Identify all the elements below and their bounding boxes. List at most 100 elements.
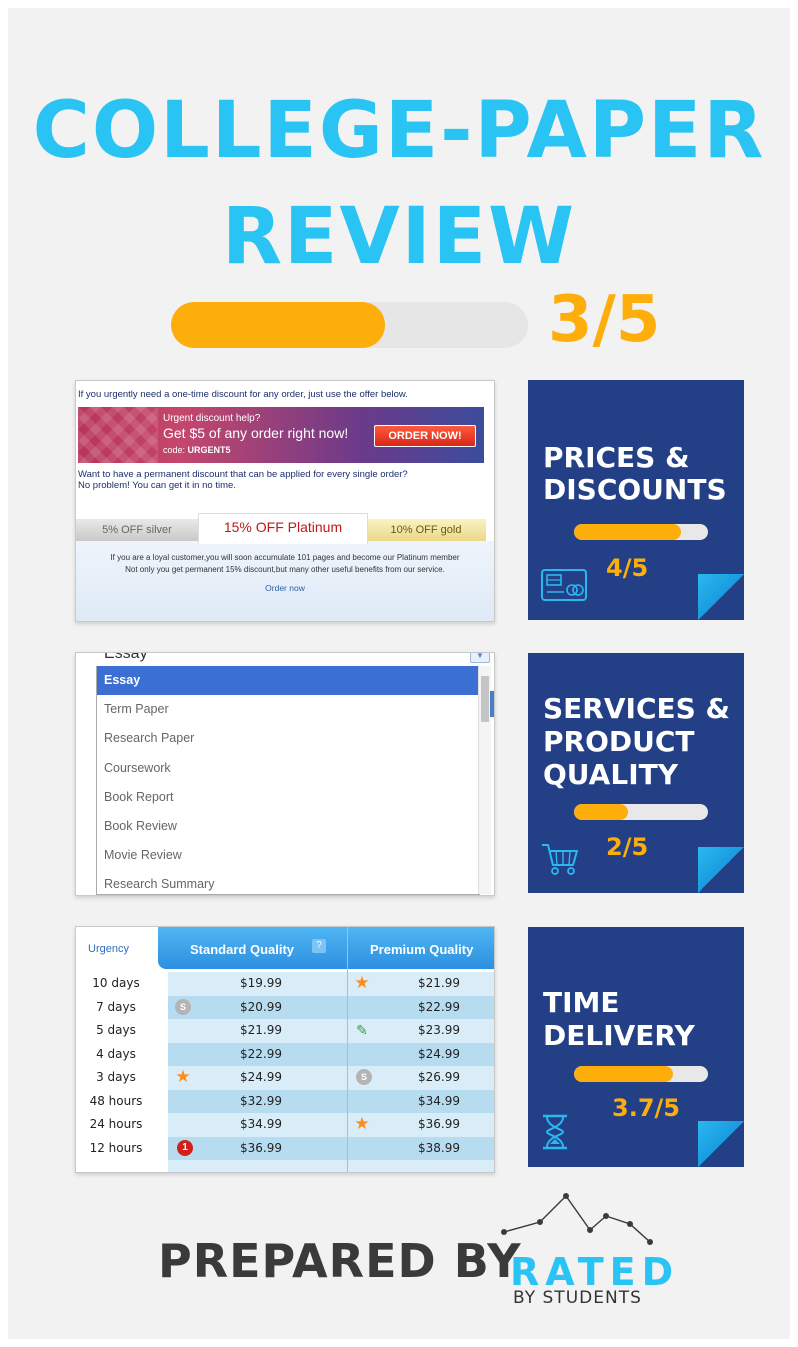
paper-type-option[interactable]: Research Summary	[97, 870, 479, 895]
title-line1: COLLEGE-PAPER	[32, 86, 766, 176]
coin-icon: S	[356, 1069, 372, 1085]
table-row: 10 days $19.99 ★ $21.99	[76, 972, 494, 996]
permanent-discount-text: Want to have a permanent discount that c…	[78, 469, 478, 491]
paper-type-option[interactable]: Book Report	[97, 783, 479, 812]
side-edge-element	[490, 691, 494, 717]
paper-type-option[interactable]: Coursework	[97, 754, 479, 783]
card-title-line2: DELIVERY	[543, 1019, 695, 1052]
table-row: 12 hours 1 $36.99 $38.99	[76, 1136, 494, 1160]
title-line2: REVIEW	[221, 192, 577, 282]
row-standard-price: $34.99	[240, 1117, 282, 1131]
panel-line2: Not only you get permanent 15% discount,…	[125, 565, 445, 574]
row-standard-price: $22.99	[240, 1046, 282, 1061]
table-row: 24 hours $34.99 ★ $36.99	[76, 1113, 494, 1137]
platinum-panel: If you are a loyal customer,you will soo…	[76, 541, 494, 621]
card-rating-fill	[574, 524, 682, 540]
paper-type-option[interactable]: Book Review	[97, 812, 479, 841]
col-premium: Premium Quality	[370, 942, 474, 957]
credit-card-icon	[540, 568, 588, 608]
banner-pattern	[78, 407, 158, 463]
row-standard-price: $20.99	[240, 999, 282, 1014]
card-rating-bar	[574, 524, 708, 540]
card-title-line1: TIME	[543, 986, 620, 1019]
table-row: 4 days $22.99 $24.99	[76, 1042, 494, 1066]
card-title-line2: DISCOUNTS	[543, 473, 727, 506]
help-badge[interactable]: ?	[312, 939, 326, 953]
star-icon: ★	[354, 973, 370, 992]
page-curl-corner	[698, 847, 744, 893]
column-separator	[347, 927, 348, 1172]
card-rating-fill	[574, 1066, 674, 1082]
tab-gold[interactable]: 10% OFF gold	[366, 519, 486, 541]
row-premium-price: $21.99	[418, 976, 460, 990]
card-prices-discounts: PRICES & DISCOUNTS 4/5	[528, 380, 744, 620]
paper-type-option[interactable]: Movie Review	[97, 841, 479, 870]
banner-code-label: code:	[163, 445, 186, 455]
card-services-quality: SERVICES & PRODUCT QUALITY 2/5	[528, 653, 744, 893]
hourglass-icon	[540, 1113, 570, 1155]
discount-intro: If you urgently need a one-time discount…	[78, 389, 408, 400]
row-urgency: 48 hours	[89, 1093, 143, 1108]
paper-type-screenshot: Essay ▼ Essay Term Paper Research Paper …	[75, 652, 495, 896]
row-premium-price: $38.99	[418, 1140, 460, 1155]
overall-rating-bar	[171, 302, 528, 348]
discount-banner: Urgent discount help? Get $5 of any orde…	[78, 407, 484, 463]
card-time-delivery: TIME DELIVERY 3.7/5	[528, 927, 744, 1167]
row-standard-price: $32.99	[240, 1093, 282, 1108]
paper-type-select-value[interactable]: Essay	[104, 653, 148, 663]
banner-code-value: URGENT5	[187, 445, 231, 455]
star-icon: ★	[354, 1114, 370, 1133]
banner-line1: Urgent discount help?	[163, 413, 261, 424]
permanent-line2: No problem! You can get it in no time.	[78, 480, 236, 491]
table-row: 48 hours $32.99 $34.99	[76, 1089, 494, 1113]
card-rating-bar	[574, 1066, 708, 1082]
paper-type-option[interactable]: Essay	[97, 666, 479, 696]
card-score: 3.7/5	[612, 1094, 680, 1122]
dropdown-toggle[interactable]: ▼	[470, 652, 490, 663]
row-standard-price: $36.99	[240, 1140, 282, 1155]
paper-type-options: Essay Term Paper Research Paper Coursewo…	[96, 666, 480, 895]
tab-silver[interactable]: 5% OFF silver	[76, 519, 198, 541]
banner-line2: Get $5 of any order right now!	[163, 425, 349, 441]
panel-line1: If you are a loyal customer,you will soo…	[110, 553, 460, 562]
table-row-partial	[76, 1160, 494, 1172]
card-title-line2: PRODUCT	[543, 725, 695, 758]
row-urgency: 7 days	[96, 999, 136, 1014]
scrollbar-thumb[interactable]	[481, 676, 489, 722]
order-now-button[interactable]: ORDER NOW!	[374, 425, 476, 447]
table-row: 5 days $21.99 ✎ $23.99	[76, 1019, 494, 1043]
row-urgency: 24 hours	[89, 1117, 143, 1131]
table-row: 7 days S $20.99 $22.99	[76, 995, 494, 1019]
number-badge-icon: 1	[177, 1139, 193, 1156]
permanent-line1: Want to have a permanent discount that c…	[78, 469, 408, 480]
col-standard: Standard Quality	[190, 942, 295, 957]
page-curl-corner	[698, 574, 744, 620]
card-score: 2/5	[606, 833, 649, 861]
card-rating-bar	[574, 804, 708, 820]
paper-type-option[interactable]: Term Paper	[97, 695, 479, 724]
banner-code: code: URGENT5	[163, 445, 231, 455]
row-premium-price: $36.99	[418, 1117, 460, 1131]
paper-type-option[interactable]: Research Paper	[97, 724, 479, 753]
shopping-cart-icon	[540, 841, 580, 881]
overall-rating-fill	[171, 302, 386, 348]
row-standard-price: $24.99	[240, 1070, 282, 1084]
rated-logo-subtext: BY STUDENTS	[513, 1288, 642, 1308]
card-title-line1: PRICES &	[543, 441, 690, 474]
row-urgency: 5 days	[96, 1023, 136, 1037]
tab-platinum[interactable]: 15% OFF Platinum	[198, 513, 368, 544]
order-now-link[interactable]: Order now	[76, 583, 494, 593]
row-urgency: 4 days	[96, 1046, 136, 1061]
col-urgency: Urgency	[88, 943, 129, 955]
row-premium-price: $23.99	[418, 1023, 460, 1037]
chevron-down-icon: ▼	[476, 652, 484, 660]
row-standard-price: $21.99	[240, 1023, 282, 1037]
discount-screenshot: If you urgently need a one-time discount…	[75, 380, 495, 622]
card-rating-fill	[574, 804, 628, 820]
overall-score: 3/5	[548, 283, 661, 357]
row-urgency: 10 days	[92, 976, 140, 990]
row-premium-price: $24.99	[418, 1046, 460, 1061]
pencil-icon: ✎	[356, 1022, 368, 1038]
row-premium-price: $34.99	[418, 1093, 460, 1108]
row-standard-price: $19.99	[240, 976, 282, 990]
